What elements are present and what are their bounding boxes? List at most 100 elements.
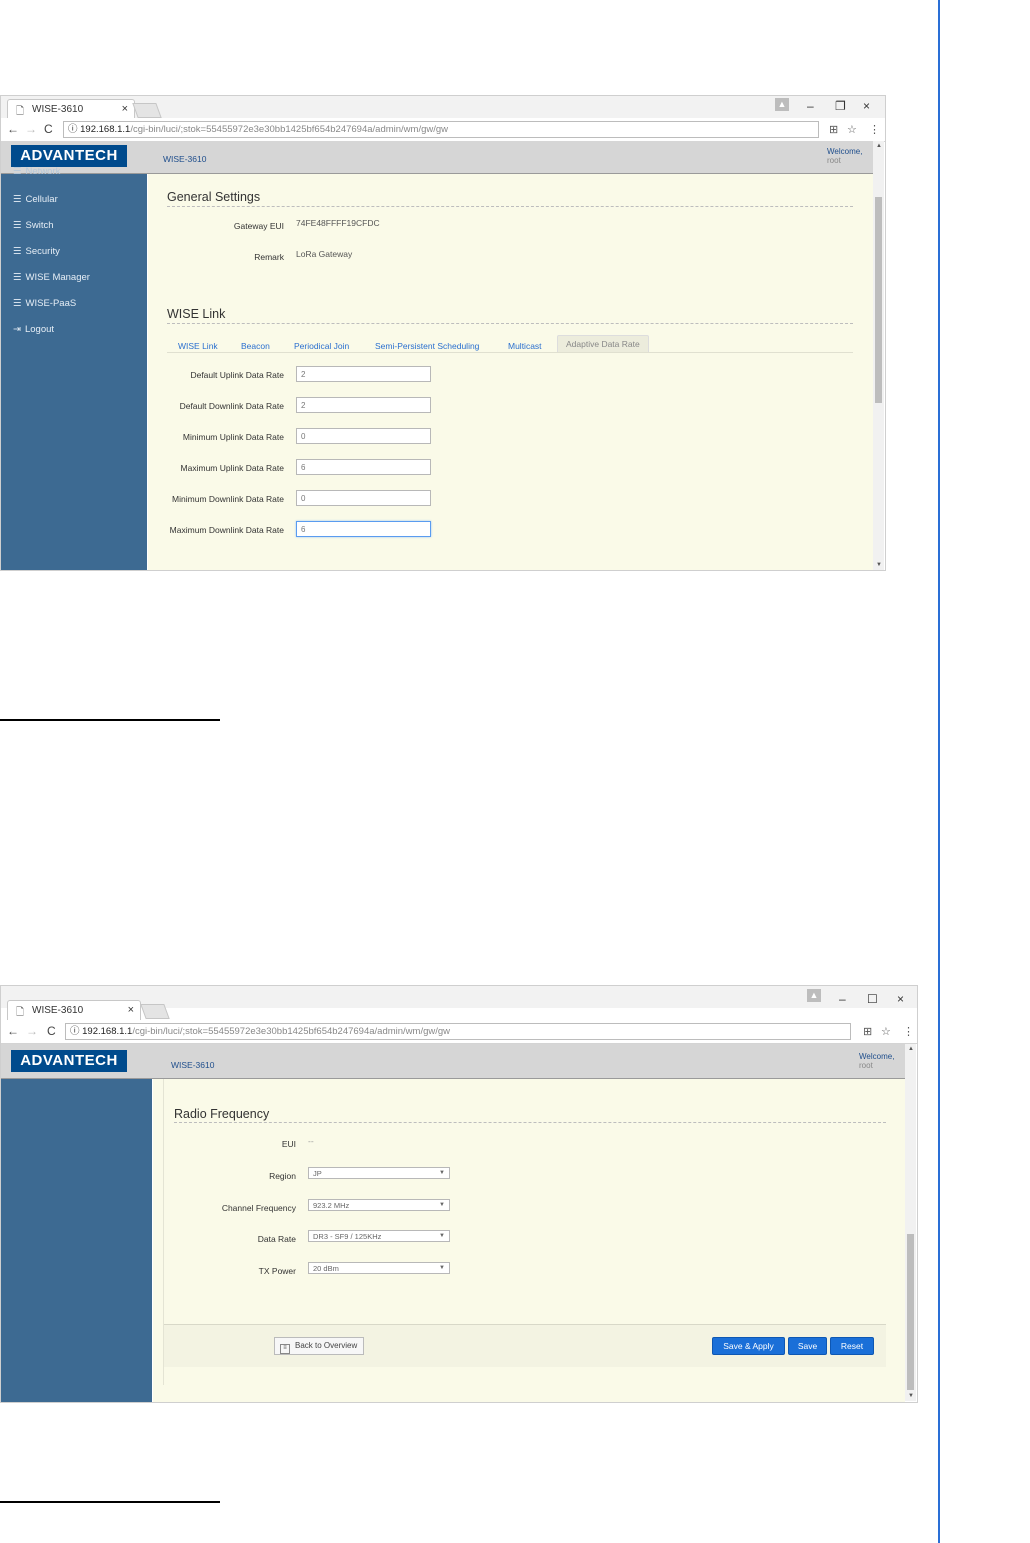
info-icon: ⓘ	[70, 1026, 83, 1037]
reload-icon[interactable]: C	[44, 122, 53, 136]
sidebar-item-label: Security	[25, 246, 60, 257]
browser-window-1: 🗋 WISE-3610 × ▲ – ❐ × ← → C ⓘ 192.168.1.…	[0, 95, 886, 571]
dropdown-arrow-icon: ▼	[439, 1170, 445, 1176]
list-icon: ☰	[13, 272, 22, 283]
sidebar-item-cellular[interactable]: ☰ Cellular	[13, 194, 58, 205]
restore-icon[interactable]: ❐	[835, 99, 846, 113]
url-field[interactable]: ⓘ 192.168.1.1/cgi-bin/luci/;stok=5545597…	[65, 1023, 851, 1040]
maximize-icon[interactable]: ☐	[867, 992, 878, 1006]
browser-window-2: 🗋 WISE-3610 × ▲ – ☐ × ← → C ⓘ 192.168.1.…	[0, 985, 918, 1403]
browser-tab[interactable]: 🗋 WISE-3610 ×	[7, 99, 135, 119]
radio-frequency-title: Radio Frequency	[174, 1107, 270, 1121]
advantech-logo: ADVANTECH	[11, 1050, 127, 1072]
min-downlink-input[interactable]: 0	[296, 490, 431, 506]
url-path: /cgi-bin/luci/;stok=55455972e3e30bb1425b…	[132, 1026, 451, 1037]
close-tab-icon[interactable]: ×	[128, 1004, 134, 1016]
minimize-icon[interactable]: –	[807, 99, 814, 113]
user-name: root	[859, 1061, 873, 1070]
save-apply-button[interactable]: Save & Apply	[712, 1337, 785, 1355]
default-downlink-input[interactable]: 2	[296, 397, 431, 413]
reload-icon[interactable]: C	[47, 1024, 56, 1038]
channel-frequency-value: 923.2 MHz	[313, 1201, 350, 1210]
sidebar-item-label: WISE Manager	[25, 272, 90, 283]
profile-icon[interactable]: ▲	[807, 989, 821, 1002]
max-downlink-label: Maximum Downlink Data Rate	[169, 525, 284, 535]
sidebar	[1, 1079, 152, 1402]
user-name: root	[827, 156, 841, 165]
list-icon: ☰	[13, 220, 22, 231]
tab-periodical-join[interactable]: Periodical Join	[294, 341, 349, 351]
tab-multicast[interactable]: Multicast	[508, 341, 542, 351]
back-arrow-icon[interactable]: ←	[7, 122, 19, 136]
url-field[interactable]: ⓘ 192.168.1.1/cgi-bin/luci/;stok=5545597…	[63, 121, 819, 138]
back-arrow-icon[interactable]: ←	[7, 1024, 19, 1038]
channel-frequency-select[interactable]: 923.2 MHz ▼	[308, 1199, 450, 1211]
save-button[interactable]: Save	[788, 1337, 827, 1355]
forward-arrow-icon[interactable]: →	[26, 1024, 38, 1038]
welcome-text: Welcome, root	[827, 147, 862, 165]
browser-tab[interactable]: 🗋 WISE-3610 ×	[7, 1000, 141, 1020]
divider	[167, 323, 853, 324]
scrollbar[interactable]: ▲ ▼	[873, 141, 884, 570]
translate-icon[interactable]: ⊞	[863, 1025, 872, 1038]
max-downlink-input[interactable]: 6	[296, 521, 431, 537]
menu-dots-icon[interactable]: ⋮	[869, 123, 880, 136]
scroll-down-icon[interactable]: ▼	[908, 1393, 914, 1399]
gateway-eui-label: Gateway EUI	[233, 221, 284, 231]
tab-semi-persistent-scheduling[interactable]: Semi-Persistent Scheduling	[375, 341, 479, 351]
main-content: Radio Frequency EUI -- Region JP ▼ Channe…	[153, 1079, 906, 1402]
main-content: General Settings Gateway EUI 74FE48FFFF1…	[148, 174, 873, 570]
advantech-logo: ADVANTECH	[11, 145, 127, 167]
minimize-icon[interactable]: –	[839, 992, 846, 1006]
sidebar-item-network[interactable]: ☰ Network	[13, 166, 60, 177]
tab-beacon[interactable]: Beacon	[241, 341, 270, 351]
translate-icon[interactable]: ⊞	[829, 123, 838, 136]
tx-power-select[interactable]: 20 dBm ▼	[308, 1262, 450, 1274]
dropdown-arrow-icon: ▼	[439, 1202, 445, 1208]
close-window-icon[interactable]: ×	[863, 99, 870, 113]
sidebar-item-wise-paas[interactable]: ☰ WISE-PaaS	[13, 298, 76, 309]
data-rate-value: DR3 - SF9 / 125KHz	[313, 1232, 382, 1241]
profile-icon[interactable]: ▲	[775, 98, 789, 111]
list-icon: ☰	[13, 246, 22, 257]
app-header: ADVANTECH WISE-3610 Welcome, root	[1, 1044, 907, 1079]
eui-label: EUI	[281, 1139, 296, 1149]
scroll-up-icon[interactable]: ▲	[908, 1046, 914, 1052]
min-uplink-input[interactable]: 0	[296, 428, 431, 444]
divider	[167, 206, 853, 207]
tab-title: WISE-3610	[32, 104, 84, 115]
new-tab-button[interactable]	[140, 1004, 170, 1019]
forward-arrow-icon[interactable]: →	[25, 122, 37, 136]
scroll-up-icon[interactable]: ▲	[876, 143, 882, 149]
reset-button[interactable]: Reset	[830, 1337, 874, 1355]
page-margin-rule	[938, 0, 940, 1543]
menu-dots-icon[interactable]: ⋮	[903, 1025, 914, 1038]
default-uplink-input[interactable]: 2	[296, 366, 431, 382]
back-to-overview-button[interactable]: ≡ Back to Overview	[274, 1337, 365, 1355]
max-uplink-input[interactable]: 6	[296, 459, 431, 475]
sidebar-item-security[interactable]: ☰ Security	[13, 246, 60, 257]
general-settings-title: General Settings	[167, 190, 261, 204]
scrollbar-thumb[interactable]	[875, 197, 882, 403]
scrollbar[interactable]: ▲ ▼	[905, 1044, 916, 1401]
bookmark-star-icon[interactable]: ☆	[881, 1025, 891, 1038]
device-name: WISE-3610	[163, 154, 207, 164]
bookmark-star-icon[interactable]: ☆	[847, 123, 857, 136]
scrollbar-thumb[interactable]	[907, 1234, 914, 1390]
region-select[interactable]: JP ▼	[308, 1167, 450, 1179]
sidebar-item-switch[interactable]: ☰ Switch	[13, 220, 54, 231]
scroll-down-icon[interactable]: ▼	[876, 562, 882, 568]
list-icon: ☰	[13, 166, 22, 177]
data-rate-select[interactable]: DR3 - SF9 / 125KHz ▼	[308, 1230, 450, 1242]
sidebar-item-label: Cellular	[25, 194, 58, 205]
sidebar-item-logout[interactable]: ⇥ Logout	[13, 324, 54, 335]
new-tab-button[interactable]	[132, 103, 162, 118]
app-header: ADVANTECH WISE-3610 Welcome, root	[1, 141, 875, 174]
separator-line	[0, 719, 220, 721]
sidebar-item-wise-manager[interactable]: ☰ WISE Manager	[13, 272, 90, 283]
close-window-icon[interactable]: ×	[897, 992, 904, 1006]
tab-wise-link[interactable]: WISE Link	[178, 341, 218, 351]
list-icon: ☰	[13, 298, 22, 309]
close-tab-icon[interactable]: ×	[122, 103, 128, 115]
tab-adaptive-data-rate[interactable]: Adaptive Data Rate	[557, 335, 649, 353]
